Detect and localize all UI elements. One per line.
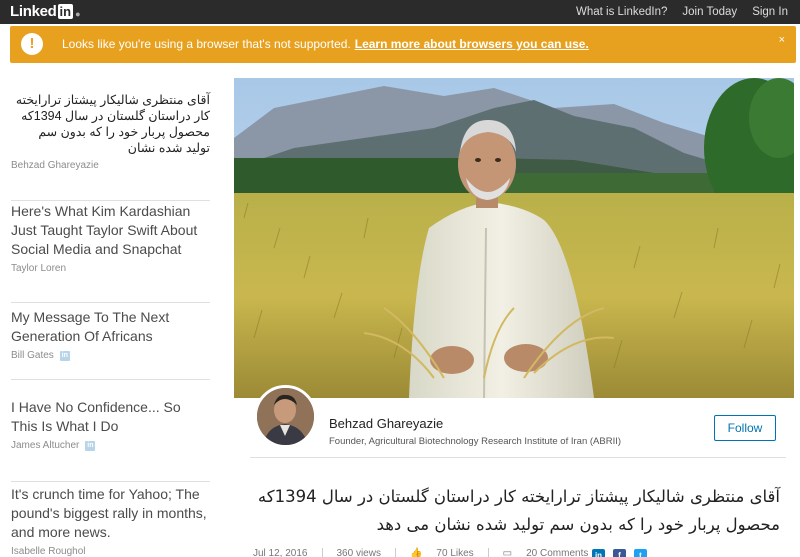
feed-item-title[interactable]: It's crunch time for Yahoo; The pound's … (11, 485, 210, 542)
feed-item-author: Taylor Loren (11, 263, 210, 274)
top-navigation-bar: Linked in ● What is LinkedIn? Join Today… (0, 0, 800, 24)
article-likes[interactable]: 70 Likes (436, 548, 473, 557)
top-nav-links: What is LinkedIn? Join Today Sign In (576, 0, 788, 24)
feed-author-name[interactable]: Bill Gates (11, 350, 54, 361)
learn-more-browsers-link[interactable]: Learn more about browsers you can use. (355, 37, 589, 51)
feed-item-author: Behzad Ghareyazie (11, 160, 210, 171)
author-avatar[interactable] (254, 385, 317, 448)
stats-separator (394, 547, 396, 557)
thumbs-up-icon[interactable]: 👍 (410, 548, 422, 557)
unsupported-browser-banner: ! Looks like you're using a browser that… (10, 26, 796, 63)
feed-item-title[interactable]: Here's What Kim Kardashian Just Taught T… (11, 202, 210, 259)
author-name[interactable]: Behzad Ghareyazie (329, 416, 443, 431)
twitter-share-icon[interactable]: t (634, 549, 647, 557)
article-stats: Jul 12, 2016 360 views 👍 70 Likes ▭ 20 C… (253, 547, 588, 557)
feed-item-author: James Altucher in (11, 440, 210, 451)
stats-separator (321, 547, 323, 557)
feed-author-name[interactable]: Behzad Ghareyazie (11, 160, 99, 171)
feed-item[interactable]: آقای منتظری شالیکار پیشتاز ترارایخته کار… (11, 92, 210, 201)
feed-item-author: Isabelle Roughol (11, 546, 210, 557)
author-headline: Founder, Agricultural Biotechnology Rese… (329, 436, 622, 447)
feed-author-name[interactable]: Taylor Loren (11, 263, 66, 274)
feed-item[interactable]: Here's What Kim Kardashian Just Taught T… (11, 202, 210, 303)
feed-item[interactable]: My Message To The Next Generation Of Afr… (11, 308, 210, 380)
logo-in-badge: in (57, 3, 74, 19)
nav-join-today[interactable]: Join Today (682, 6, 737, 18)
author-divider (250, 457, 786, 458)
share-buttons: in f t (592, 549, 647, 557)
article-date: Jul 12, 2016 (253, 547, 308, 557)
article-hero-image (234, 78, 794, 398)
stats-separator (487, 547, 489, 557)
avatar-photo (257, 388, 314, 445)
feed-author-name[interactable]: Isabelle Roughol (11, 546, 86, 557)
article-comments[interactable]: 20 Comments (526, 548, 588, 557)
banner-message-text: Looks like you're using a browser that's… (62, 37, 351, 51)
feed-item[interactable]: It's crunch time for Yahoo; The pound's … (11, 485, 210, 557)
facebook-share-icon[interactable]: f (613, 549, 626, 557)
registered-mark-icon: ● (75, 9, 81, 19)
feed-item-title[interactable]: آقای منتظری شالیکار پیشتاز ترارایخته کار… (11, 92, 210, 156)
banner-message: Looks like you're using a browser that's… (62, 37, 589, 51)
linkedin-influencer-icon: in (59, 350, 70, 361)
nav-what-is-linkedin[interactable]: What is LinkedIn? (576, 6, 667, 18)
feed-author-name[interactable]: James Altucher (11, 440, 79, 451)
article-title: آقای منتظری شالیکار پیشتاز ترارایخته کار… (257, 487, 780, 534)
linkedin-share-icon[interactable]: in (592, 549, 605, 557)
article-views: 360 views (336, 547, 381, 557)
linkedin-influencer-icon: in (85, 440, 96, 451)
feed-item-title[interactable]: I Have No Confidence... So This Is What … (11, 398, 210, 436)
linkedin-logo[interactable]: Linked in ● (10, 1, 81, 21)
follow-button[interactable]: Follow (714, 415, 776, 441)
nav-sign-in[interactable]: Sign In (752, 6, 788, 18)
exclamation-icon: ! (21, 33, 43, 55)
feed-item-author: Bill Gates in (11, 350, 210, 361)
feed-item-title[interactable]: My Message To The Next Generation Of Afr… (11, 308, 210, 346)
close-icon[interactable]: × (779, 34, 785, 46)
rice-field-photo (234, 78, 794, 398)
logo-text: Linked (10, 2, 57, 20)
comment-icon[interactable]: ▭ (503, 548, 512, 557)
feed-item[interactable]: I Have No Confidence... So This Is What … (11, 398, 210, 482)
